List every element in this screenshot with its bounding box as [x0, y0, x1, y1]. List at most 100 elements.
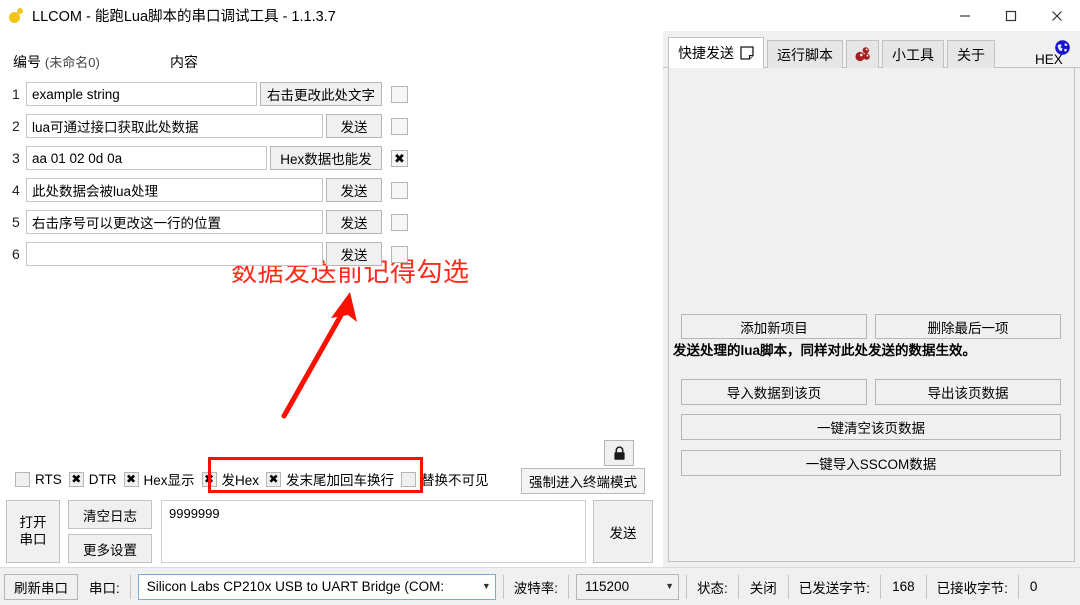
row-index[interactable]: 4	[12, 182, 26, 198]
table-row: 6 发送	[0, 238, 417, 270]
note-page-icon	[740, 46, 754, 60]
send-input[interactable]: 9999999	[161, 500, 586, 563]
checkbox-replace-invisible[interactable]: 替换不可见	[401, 469, 489, 489]
table-row: 1 example string 右击更改此处文字	[0, 78, 417, 110]
tab-tools[interactable]: 小工具	[882, 40, 944, 68]
row-index[interactable]: 3	[12, 150, 26, 166]
row-text-input[interactable]	[26, 242, 323, 266]
sent-bytes-value: 168	[888, 579, 919, 594]
checkbox-hex-display[interactable]: ✖ Hex显示	[124, 469, 195, 489]
status-bar: 刷新串口 串口: Silicon Labs CP210x USB to UART…	[0, 567, 1080, 605]
row-text-input[interactable]: example string	[26, 82, 257, 106]
tab-lua-icon-holder[interactable]	[846, 40, 879, 68]
state-value: 关闭	[746, 577, 781, 597]
status-separator-4	[686, 575, 687, 599]
checkbox-rts[interactable]: RTS	[15, 472, 62, 487]
clear-page-data-button[interactable]: 一键清空该页数据	[681, 414, 1061, 440]
sent-bytes-label: 已发送字节:	[796, 577, 873, 597]
row-send-button[interactable]: 发送	[326, 242, 382, 266]
table-row: 3 aa 01 02 0d 0a Hex数据也能发 ✖	[0, 142, 417, 174]
close-icon	[1051, 10, 1063, 22]
import-data-button[interactable]: 导入数据到该页	[681, 379, 867, 405]
minimize-button[interactable]	[942, 0, 988, 31]
status-separator-2	[503, 575, 504, 599]
tab-strip: 快捷发送 运行脚本 小工具	[663, 36, 1080, 68]
baud-select[interactable]: 115200 ▼	[576, 574, 679, 600]
row-send-button[interactable]: 发送	[326, 210, 382, 234]
tab-quick-send[interactable]: 快捷发送	[668, 37, 764, 68]
row-index[interactable]: 6	[12, 246, 26, 262]
row-send-button[interactable]: 右击更改此处文字	[260, 82, 382, 106]
row-index[interactable]: 2	[12, 118, 26, 134]
checkbox-hex-display-label: Hex显示	[144, 469, 195, 489]
import-sscom-button[interactable]: 一键导入SSCOM数据	[681, 450, 1061, 476]
column-header-num: 编号 (未命名0)	[13, 52, 100, 72]
row-hex-checkbox[interactable]	[391, 182, 408, 199]
row-hex-checkbox[interactable]: ✖	[391, 150, 408, 167]
recv-bytes-value: 0	[1026, 579, 1042, 594]
checkbox-rts-box	[15, 472, 30, 487]
status-separator-7	[880, 575, 881, 599]
checkbox-rts-label: RTS	[35, 472, 62, 487]
row-send-button[interactable]: 发送	[326, 178, 382, 202]
maximize-icon	[1005, 10, 1017, 22]
llcom-window: LLCOM - 能跑Lua脚本的串口调试工具 - 1.1.3.7 数	[0, 0, 1080, 605]
table-row: 5 右击序号可以更改这一行的位置 发送	[0, 206, 417, 238]
terminal-mode-tooltip: 强制进入终端模式	[521, 468, 645, 494]
globe-icon[interactable]	[1054, 39, 1071, 56]
more-settings-button[interactable]: 更多设置	[68, 534, 152, 563]
minimize-icon	[959, 10, 971, 22]
checkbox-dtr-box: ✖	[69, 472, 84, 487]
state-label: 状态:	[694, 577, 731, 597]
recv-bytes-label: 已接收字节:	[934, 577, 1011, 597]
send-button[interactable]: 发送	[593, 500, 653, 563]
export-data-button[interactable]: 导出该页数据	[875, 379, 1061, 405]
row-text-input[interactable]: aa 01 02 0d 0a	[26, 146, 267, 170]
right-panel: 快捷发送 运行脚本 小工具	[663, 31, 1080, 567]
row-send-button[interactable]: 发送	[326, 114, 382, 138]
refresh-ports-button[interactable]: 刷新串口	[4, 574, 78, 600]
tab-tools-label: 小工具	[892, 45, 934, 65]
row-text-input[interactable]: 此处数据会被lua处理	[26, 178, 323, 202]
row-index[interactable]: 1	[12, 86, 26, 102]
row-hex-checkbox[interactable]	[391, 86, 408, 103]
row-index[interactable]: 5	[12, 214, 26, 230]
column-header-content: 内容	[170, 52, 198, 72]
close-button[interactable]	[1034, 0, 1080, 31]
title-bar: LLCOM - 能跑Lua脚本的串口调试工具 - 1.1.3.7	[0, 0, 1080, 32]
chevron-down-icon-baud: ▼	[659, 582, 674, 591]
port-select-value: Silicon Labs CP210x USB to UART Bridge (…	[147, 579, 444, 594]
window-title: LLCOM - 能跑Lua脚本的串口调试工具 - 1.1.3.7	[32, 5, 336, 26]
row-hex-checkbox[interactable]	[391, 214, 408, 231]
column-header-num-text: 编号	[13, 54, 41, 70]
row-text-input[interactable]: lua可通过接口获取此处数据	[26, 114, 323, 138]
table-row: 4 此处数据会被lua处理 发送	[0, 174, 417, 206]
lock-icon	[613, 446, 626, 461]
window-controls	[942, 0, 1080, 31]
quick-send-rows: 1 example string 右击更改此处文字 2 lua可通过接口获取此处…	[0, 78, 417, 270]
row-send-button[interactable]: Hex数据也能发	[270, 146, 382, 170]
delete-last-item-button[interactable]: 删除最后一项	[875, 314, 1061, 339]
status-separator-9	[1018, 575, 1019, 599]
row-hex-checkbox[interactable]	[391, 246, 408, 263]
add-item-button[interactable]: 添加新项目	[681, 314, 867, 339]
checkbox-dtr-label: DTR	[89, 472, 117, 487]
open-port-button[interactable]: 打开 串口	[6, 500, 60, 563]
row-text-input[interactable]: 右击序号可以更改这一行的位置	[26, 210, 323, 234]
maximize-button[interactable]	[988, 0, 1034, 31]
checkbox-send-hex-label: 发Hex	[222, 469, 260, 489]
tab-run-script[interactable]: 运行脚本	[767, 40, 843, 68]
checkbox-dtr[interactable]: ✖ DTR	[69, 472, 117, 487]
port-select[interactable]: Silicon Labs CP210x USB to UART Bridge (…	[138, 574, 496, 600]
tab-about[interactable]: 关于	[947, 40, 995, 68]
row-hex-checkbox[interactable]	[391, 118, 408, 135]
lua-logo-icon	[854, 47, 871, 62]
status-separator-6	[788, 575, 789, 599]
tab-run-script-label: 运行脚本	[777, 45, 833, 65]
checkbox-send-hex[interactable]: ✖ 发Hex	[202, 469, 260, 489]
clear-log-button[interactable]: 清空日志	[68, 500, 152, 529]
tab-about-label: 关于	[957, 45, 985, 65]
open-port-line1: 打开	[20, 515, 47, 532]
terminal-lock-button[interactable]	[604, 440, 634, 466]
checkbox-append-crlf[interactable]: ✖ 发末尾加回车换行	[266, 469, 394, 489]
